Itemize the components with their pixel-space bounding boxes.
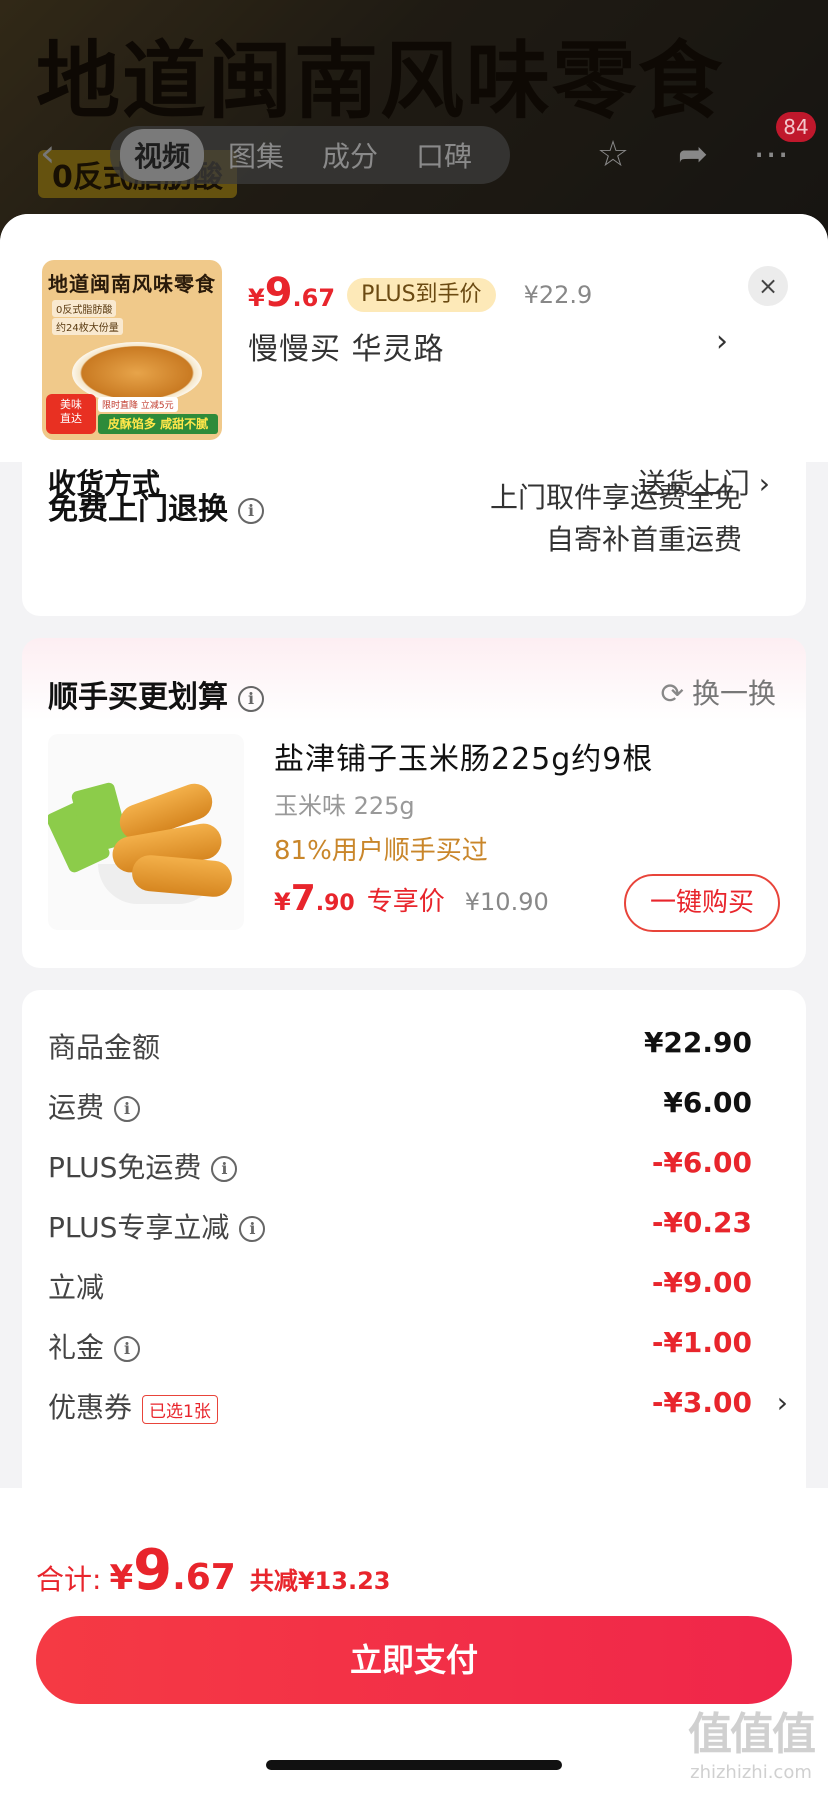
summary-label: 立减	[48, 1271, 105, 1304]
sheet-header: 地道闽南风味零食 0反式脂肪酸 约24枚大份量 美味 直达 限时直降 立减5元 …	[0, 214, 828, 462]
summary-row-plus-discount: PLUS专享立减 i -¥0.23	[48, 1206, 788, 1256]
info-icon[interactable]: i	[114, 1336, 141, 1362]
summary-label-text: PLUS专享立减	[48, 1211, 230, 1244]
media-tabs: 视频 图集 成分 口碑	[110, 126, 510, 184]
tab-ingredients[interactable]: 成分	[308, 129, 392, 181]
product-thumbnail: 地道闽南风味零食 0反式脂肪酸 约24枚大份量 美味 直达 限时直降 立减5元 …	[42, 260, 222, 440]
info-icon[interactable]: i	[238, 497, 264, 524]
thumb-delivery-badge: 美味 直达	[46, 394, 96, 434]
checkout-footer: 合计: ¥ 9 .67 共减¥13.23 立即支付 值值值 zhizhizhi.…	[0, 1488, 828, 1793]
plus-price-badge: PLUS到手价	[347, 278, 496, 312]
total-symbol: ¥	[109, 1558, 134, 1598]
total-row: 合计: ¥ 9 .67 共减¥13.23	[36, 1538, 390, 1603]
summary-row-gift-money: 礼金 i -¥1.00	[48, 1326, 788, 1376]
top-nav: ‹ 视频 图集 成分 口碑 ☆ ➦ ⋯ 84	[0, 112, 828, 192]
total-saved: 共减¥13.23	[249, 1567, 391, 1595]
summary-label: PLUS免运费 i	[48, 1146, 238, 1186]
summary-row-shipping: 运费 i ¥6.00	[48, 1086, 788, 1136]
share-icon[interactable]: ➦	[668, 130, 718, 180]
summary-value: -¥6.00	[651, 1146, 752, 1179]
tab-video[interactable]: 视频	[120, 129, 205, 181]
price-summary-card: 商品金额 ¥22.90 运费 i ¥6.00 PLUS免运费 i -¥6.00 PL…	[22, 990, 806, 1550]
background-hero: 地道闽南风味零食 0反式脂肪酸 ‹ 视频 图集 成分 口碑 ☆ ➦ ⋯ 84	[0, 0, 828, 240]
back-arrow-icon[interactable]: ‹	[40, 134, 72, 172]
coupon-selected-tag: 已选1张	[142, 1394, 218, 1424]
thumb-promo: 限时直降 立减5元	[98, 397, 178, 412]
addon-price-row: ¥ 7 .90 专享价 ¥10.90	[274, 878, 549, 919]
total-integer: 9	[133, 1538, 173, 1603]
addon-price-symbol: ¥	[274, 888, 291, 916]
watermark-logo: 值值值	[688, 1709, 816, 1760]
summary-value: -¥0.23	[651, 1206, 752, 1239]
pay-now-button[interactable]: 立即支付	[36, 1616, 792, 1704]
product-price-row: ¥ 9 .67 PLUS到手价 ¥22.9	[248, 270, 592, 320]
total-label: 合计:	[36, 1563, 102, 1596]
addon-purchase-stat: 81%用户顺手买过	[274, 836, 488, 866]
addon-product-name[interactable]: 盐津铺子玉米肠225g约9根	[274, 734, 653, 778]
tab-gallery[interactable]: 图集	[214, 129, 298, 181]
info-icon[interactable]: i	[238, 685, 264, 712]
summary-label: 商品金额	[48, 1031, 161, 1064]
summary-label: 运费 i	[48, 1086, 141, 1126]
return-value-self: 自寄补首重运费	[545, 523, 742, 556]
addon-price-integer: 7	[290, 878, 316, 919]
free-return-text: 免费上门退换	[48, 492, 228, 527]
summary-value: ¥22.90	[643, 1026, 752, 1059]
summary-label: 礼金 i	[48, 1326, 141, 1366]
watermark-url: zhizhizhi.com	[690, 1762, 812, 1783]
close-button[interactable]: ×	[748, 266, 788, 306]
thumb-title: 地道闽南风味零食	[48, 272, 216, 296]
price-integer: 9	[264, 270, 293, 316]
delivery-address[interactable]: 慢慢买 华灵路	[248, 324, 445, 368]
summary-label-text: 运费	[48, 1091, 105, 1124]
price-symbol: ¥	[248, 284, 265, 312]
star-icon[interactable]: ☆	[588, 130, 638, 180]
summary-value: -¥9.00	[651, 1266, 752, 1299]
info-icon[interactable]: i	[239, 1216, 266, 1242]
chevron-right-icon[interactable]: ›	[777, 1386, 788, 1419]
summary-value: ¥6.00	[663, 1086, 752, 1119]
watermark: 值值值 zhizhizhi.com	[688, 1698, 816, 1783]
summary-label: PLUS专享立减 i	[48, 1206, 266, 1246]
addon-title-text: 顺手买更划算	[48, 680, 228, 715]
summary-row-plus-free-shipping: PLUS免运费 i -¥6.00	[48, 1146, 788, 1196]
chevron-right-icon[interactable]: ›	[716, 324, 728, 359]
thumb-tag: 约24枚大份量	[52, 318, 123, 335]
tab-reviews[interactable]: 口碑	[402, 129, 486, 181]
summary-row-coupon[interactable]: 优惠券 已选1张 -¥3.00 ›	[48, 1386, 788, 1436]
swap-label: 换一换	[691, 677, 776, 710]
info-icon[interactable]: i	[211, 1156, 238, 1182]
summary-value: -¥3.00	[651, 1386, 752, 1419]
addon-card: 顺手买更划算 i ⟳ 换一换 盐津铺子玉米肠225g约9根 玉米味 225g 81%…	[22, 638, 806, 968]
addon-spec: 玉米味 225g	[274, 792, 415, 820]
free-return-label: 免费上门退换 i	[48, 484, 264, 528]
addon-product-image[interactable]	[48, 734, 244, 930]
total-decimal: .67	[172, 1557, 236, 1598]
swap-button[interactable]: ⟳ 换一换	[661, 672, 776, 712]
summary-row-subtotal: 商品金额 ¥22.90	[48, 1026, 788, 1076]
price-decimal: .67	[292, 284, 336, 312]
summary-label-text: PLUS免运费	[48, 1151, 202, 1184]
thumb-tag: 0反式脂肪酸	[52, 300, 117, 317]
home-indicator[interactable]	[266, 1760, 562, 1770]
summary-label: 优惠券 已选1张	[48, 1386, 218, 1426]
refresh-icon: ⟳	[660, 677, 684, 710]
addon-original-price: ¥10.90	[464, 888, 549, 916]
addon-title: 顺手买更划算 i	[48, 672, 264, 716]
message-count-badge: 84	[776, 112, 816, 142]
info-icon[interactable]: i	[114, 1096, 141, 1122]
return-value-pickup: 上门取件享运费全免	[489, 481, 742, 514]
addon-price-label: 专享价	[366, 887, 445, 917]
one-click-buy-button[interactable]: 一键购买	[624, 874, 780, 932]
summary-label-text: 礼金	[48, 1331, 105, 1364]
thumb-strip: 皮酥馅多 咸甜不腻	[98, 414, 218, 434]
summary-value: -¥1.00	[651, 1326, 752, 1359]
summary-label-text: 优惠券	[48, 1391, 133, 1424]
summary-row-instant-discount: 立减 -¥9.00	[48, 1266, 788, 1316]
original-price: ¥22.9	[523, 281, 593, 309]
addon-price-decimal: .90	[315, 891, 355, 916]
